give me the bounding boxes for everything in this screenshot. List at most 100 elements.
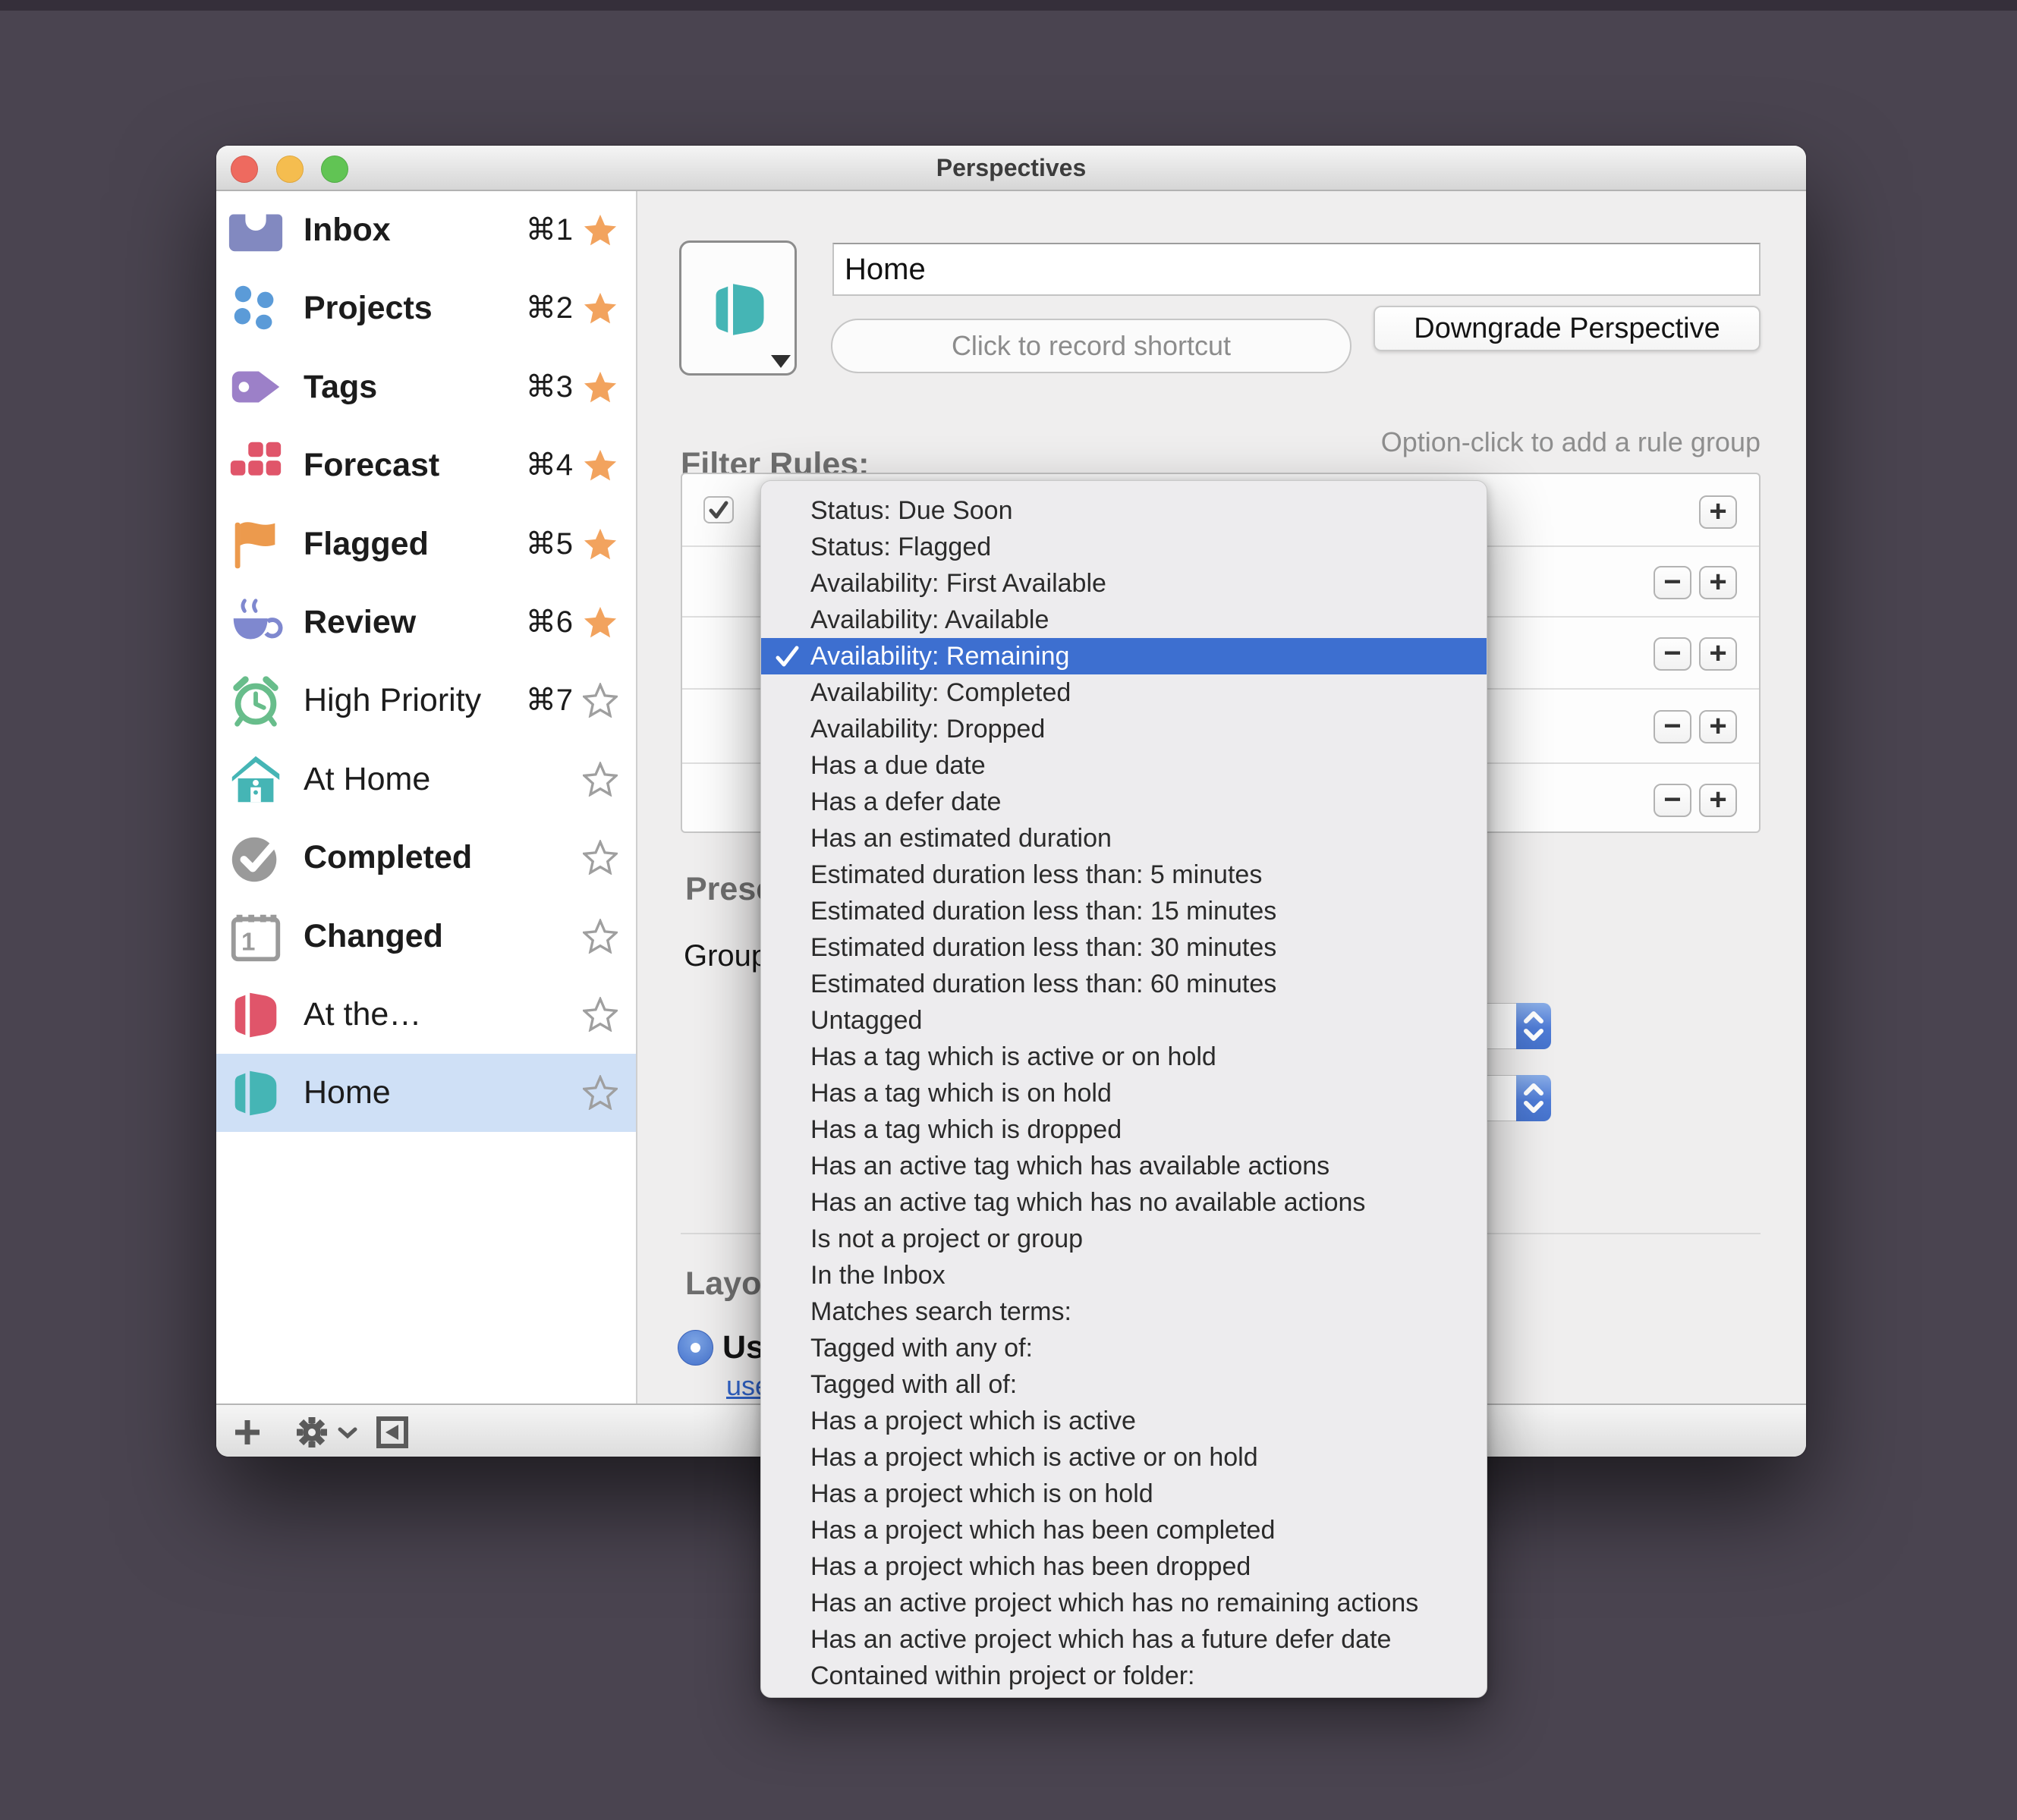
menu-item[interactable]: Has a project which is on hold	[761, 1476, 1487, 1512]
menu-item[interactable]: Has an active project which has a future…	[761, 1621, 1487, 1658]
add-rule-button[interactable]: +	[1699, 566, 1737, 599]
remove-rule-button[interactable]: −	[1654, 710, 1691, 743]
sidebar-item-label: Review	[304, 583, 416, 662]
remove-rule-button[interactable]: −	[1654, 637, 1691, 671]
menu-item[interactable]: Has a tag which is on hold	[761, 1075, 1487, 1111]
perspective-red-icon	[226, 985, 285, 1045]
menu-item[interactable]: Matches search terms:	[761, 1293, 1487, 1330]
star-outline-icon[interactable]	[583, 997, 618, 1032]
menu-item[interactable]: Has a defer date	[761, 784, 1487, 820]
sidebar-item-changed[interactable]: 1Changed	[216, 897, 636, 976]
star-filled-icon[interactable]	[583, 369, 618, 404]
star-outline-icon[interactable]	[583, 919, 618, 954]
sidebar-item-review[interactable]: Review ⌘6	[216, 583, 636, 662]
gear-menu-button[interactable]	[292, 1413, 332, 1456]
group-popup-stepper[interactable]	[1481, 1003, 1551, 1049]
add-rule-button[interactable]: +	[1699, 495, 1737, 529]
add-rule-button[interactable]: +	[1699, 710, 1737, 743]
rule-enabled-checkbox[interactable]	[703, 496, 734, 523]
add-rule-button[interactable]: +	[1699, 637, 1737, 671]
filter-rule-dropdown-menu: Status: Due SoonStatus: FlaggedAvailabil…	[760, 480, 1487, 1698]
menu-item[interactable]: Has an active project which has no remai…	[761, 1585, 1487, 1621]
shortcut-label: ⌘6	[526, 583, 573, 662]
remove-rule-button[interactable]: −	[1654, 784, 1691, 817]
menu-item[interactable]: Estimated duration less than: 60 minutes	[761, 966, 1487, 1002]
star-filled-icon[interactable]	[583, 527, 618, 561]
menu-item[interactable]: Availability: Completed	[761, 674, 1487, 711]
downgrade-perspective-button[interactable]: Downgrade Perspective	[1374, 306, 1761, 351]
perspective-name-input[interactable]: Home	[832, 243, 1761, 296]
menu-item[interactable]: Contained within project or folder:	[761, 1658, 1487, 1694]
menu-item[interactable]: Tagged with all of:	[761, 1366, 1487, 1403]
sidebar-item-at-the[interactable]: At the…	[216, 976, 636, 1054]
menu-item[interactable]: Status: Due Soon	[761, 492, 1487, 529]
menu-item[interactable]: Estimated duration less than: 15 minutes	[761, 893, 1487, 929]
sidebar-item-completed[interactable]: Completed	[216, 819, 636, 897]
add-perspective-button[interactable]	[232, 1417, 263, 1451]
star-outline-icon[interactable]	[583, 683, 618, 718]
stepper-arrows-icon[interactable]	[1516, 1003, 1551, 1049]
menu-item[interactable]: Has a tag which is dropped	[761, 1111, 1487, 1148]
menu-item[interactable]: Availability: Dropped	[761, 711, 1487, 747]
sidebar-item-label: At Home	[304, 740, 430, 819]
sidebar-item-tags[interactable]: Tags⌘3	[216, 348, 636, 426]
star-outline-icon[interactable]	[583, 762, 618, 797]
menu-item[interactable]: Has an estimated duration	[761, 820, 1487, 857]
sort-popup-stepper[interactable]	[1481, 1075, 1551, 1121]
coffee-cup-icon	[226, 593, 285, 652]
icon-dropdown-caret[interactable]	[771, 355, 791, 368]
menu-item[interactable]: Has an active tag which has available ac…	[761, 1148, 1487, 1184]
menu-item[interactable]: Has a project which has been completed	[761, 1512, 1487, 1548]
star-filled-icon[interactable]	[583, 605, 618, 640]
shortcut-label: ⌘3	[526, 348, 573, 426]
collapse-sidebar-button[interactable]	[376, 1416, 409, 1453]
sidebar-item-at-home[interactable]: At Home	[216, 740, 636, 819]
menu-item[interactable]: Availability: Available	[761, 602, 1487, 638]
menu-item[interactable]: Has a due date	[761, 747, 1487, 784]
menu-item[interactable]: Estimated duration less than: 30 minutes	[761, 929, 1487, 966]
star-filled-icon[interactable]	[583, 448, 618, 483]
layout-radio-selected[interactable]	[678, 1330, 713, 1366]
menu-item[interactable]: Is not a project or group	[761, 1221, 1487, 1257]
house-icon	[226, 750, 285, 809]
menu-item[interactable]: Estimated duration less than: 5 minutes	[761, 857, 1487, 893]
menu-item[interactable]: Tagged with any of:	[761, 1330, 1487, 1366]
remove-rule-button[interactable]: −	[1654, 566, 1691, 599]
screen: Perspectives Inbox⌘1Projects⌘2Tags⌘3Fore…	[0, 0, 2017, 1820]
sidebar-item-flagged[interactable]: Flagged⌘5	[216, 505, 636, 583]
forecast-grid-icon	[226, 436, 285, 495]
sidebar-item-projects[interactable]: Projects⌘2	[216, 269, 636, 347]
star-outline-icon[interactable]	[583, 840, 618, 875]
group-label: Group	[684, 939, 768, 973]
shortcut-label: ⌘4	[526, 426, 573, 505]
projects-icon	[226, 279, 285, 338]
stepper-arrows-icon[interactable]	[1516, 1075, 1551, 1121]
add-rule-button[interactable]: +	[1699, 784, 1737, 817]
sidebar-item-label: Changed	[304, 897, 443, 976]
sidebar-item-inbox[interactable]: Inbox⌘1	[216, 191, 636, 269]
menu-item[interactable]: Has a tag which is active or on hold	[761, 1039, 1487, 1075]
star-filled-icon[interactable]	[583, 291, 618, 325]
sidebar-divider	[636, 191, 637, 1404]
alarm-clock-icon	[226, 671, 285, 731]
menu-item[interactable]: Untagged	[761, 1002, 1487, 1039]
star-outline-icon[interactable]	[583, 1075, 618, 1110]
sidebar-item-forecast[interactable]: Forecast⌘4	[216, 426, 636, 505]
sidebar-item-label: At the…	[304, 976, 421, 1054]
menu-item[interactable]: Has an active tag which has no available…	[761, 1184, 1487, 1221]
shortcut-label: ⌘2	[526, 269, 573, 347]
title-bar[interactable]: Perspectives	[216, 146, 1806, 191]
sidebar-item-high-priority[interactable]: High Priority⌘7	[216, 662, 636, 740]
menu-item[interactable]: Has a project which has been dropped	[761, 1548, 1487, 1585]
sidebar-item-home[interactable]: Home	[216, 1054, 636, 1132]
menu-item[interactable]: Availability: Remaining	[761, 638, 1487, 674]
menu-item[interactable]: Status: Flagged	[761, 529, 1487, 565]
checkmark-circle-icon	[226, 828, 285, 888]
chevron-down-icon	[338, 1426, 357, 1444]
menu-item[interactable]: In the Inbox	[761, 1257, 1487, 1293]
menu-item[interactable]: Has a project which is active or on hold	[761, 1439, 1487, 1476]
record-shortcut-button[interactable]: Click to record shortcut	[831, 319, 1351, 373]
menu-item[interactable]: Availability: First Available	[761, 565, 1487, 602]
star-filled-icon[interactable]	[583, 212, 618, 247]
menu-item[interactable]: Has a project which is active	[761, 1403, 1487, 1439]
